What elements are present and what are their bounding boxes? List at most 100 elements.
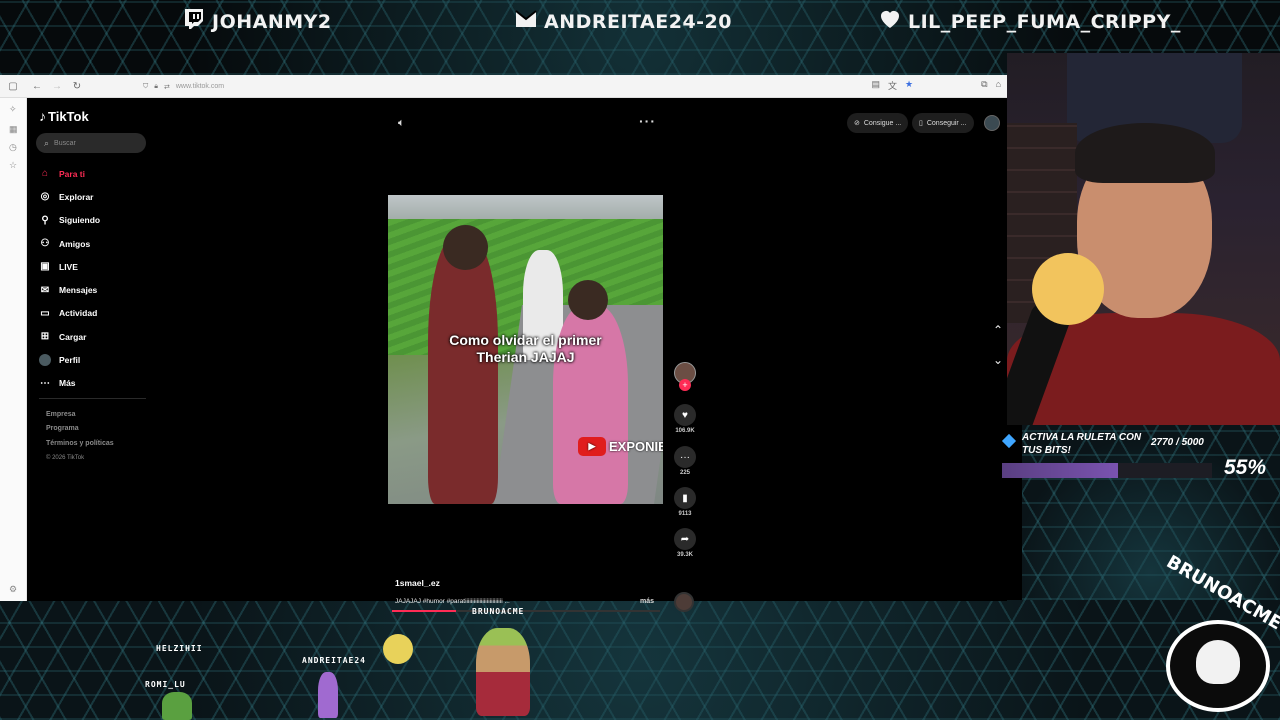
more-description-button[interactable]: más: [640, 598, 654, 605]
nav-label: Actividad: [59, 308, 98, 319]
nav-item-perfil[interactable]: Perfil: [39, 348, 159, 371]
comment-count: 225: [679, 470, 690, 476]
save-button[interactable]: ▮ 9113: [670, 487, 700, 517]
pill-label: Conseguir ...: [926, 119, 967, 127]
footer-link-empresa[interactable]: Empresa: [46, 408, 114, 422]
chat-viewer-name: BRUNOACME: [472, 607, 525, 616]
nav-item-explorar[interactable]: ◎ Explorar: [39, 185, 159, 208]
chevron-up-icon[interactable]: ⌃: [993, 323, 1003, 337]
bits-goal-percent: 55%: [1224, 456, 1267, 479]
search-placeholder: Buscar: [54, 139, 76, 147]
user-avatar[interactable]: [984, 115, 1000, 131]
heart-icon: [878, 7, 902, 36]
comment-icon: ···: [674, 446, 696, 468]
social-twitch: JOHANMY2: [182, 7, 332, 36]
nav-label: Explorar: [59, 191, 94, 202]
stream-overlay: JOHANMY2 ANDREITAE24-20 LIL_PEEP_FUMA_CR…: [0, 0, 1280, 720]
extensions-icon[interactable]: ⧉: [981, 79, 987, 92]
copyright: © 2026 TikTok: [46, 454, 85, 461]
nav-item-live[interactable]: ▣ LIVE: [39, 255, 159, 278]
nav-label: Más: [59, 378, 76, 389]
get-app-button[interactable]: ▯ Conseguir ...: [912, 113, 974, 133]
social-heart: LIL_PEEP_FUMA_CRIPPY_: [878, 7, 1181, 36]
nav-label: Para ti: [59, 168, 85, 179]
forward-icon[interactable]: →: [50, 79, 64, 93]
browser-side-panel: ✧ ▦ ◷ ☆ ⚙: [0, 98, 27, 601]
sidebar-toggle-icon[interactable]: ▢: [6, 79, 20, 93]
kick-icon: [514, 7, 538, 36]
follow-plus-icon[interactable]: +: [679, 379, 691, 391]
url-text[interactable]: www.tiktok.com: [176, 83, 224, 90]
tiktok-logo[interactable]: ♪ TikTok: [39, 108, 89, 124]
volume-icon[interactable]: 🔈︎: [398, 117, 405, 130]
message-icon: ✉: [40, 284, 50, 296]
footer-link-terminos[interactable]: Términos y políticas: [46, 437, 114, 451]
nav-item-actividad[interactable]: ▭ Actividad: [39, 302, 159, 325]
favorites-icon[interactable]: ☆: [9, 160, 17, 171]
person-figure: [443, 225, 488, 270]
video-author[interactable]: 1smael_.ez: [395, 578, 440, 588]
share-button[interactable]: ➦ 39.3K: [670, 528, 700, 558]
ai-icon[interactable]: ✧: [9, 104, 17, 115]
heart-icon: ♥: [674, 404, 696, 426]
bits-goal-track: [1002, 463, 1212, 478]
back-icon[interactable]: ←: [30, 79, 44, 93]
shield-icon: ⛉: [143, 82, 149, 90]
bits-goal-count: 2770 / 5000: [1151, 437, 1204, 448]
history-icon[interactable]: ◷: [9, 142, 17, 153]
share-count: 39.3K: [676, 552, 693, 558]
caption-line: Therian JAJAJ: [476, 349, 575, 365]
chevron-down-icon[interactable]: ⌄: [993, 353, 1003, 367]
comment-button[interactable]: ··· 225: [670, 446, 700, 476]
reader-icon[interactable]: ▤: [872, 79, 881, 92]
search-input[interactable]: ⌕ Buscar: [36, 133, 146, 153]
account-icon[interactable]: ⌂: [996, 79, 1001, 92]
music-disc-avatar[interactable]: [674, 592, 694, 612]
tiktok-brand: TikTok: [48, 108, 89, 124]
social-handle: ANDREITAE24-20: [544, 10, 732, 33]
address-bar[interactable]: ⛉ 🔒︎ ⇄ www.tiktok.com: [143, 79, 224, 94]
nav-label: Siguiendo: [59, 215, 101, 226]
sprite-brunoacme: [476, 628, 530, 716]
social-handle: LIL_PEEP_FUMA_CRIPPY_: [908, 10, 1181, 33]
phone-icon: ▯: [919, 120, 923, 127]
reload-icon[interactable]: ↻: [70, 79, 84, 93]
search-icon: ⌕: [44, 137, 50, 148]
nav-item-amigos[interactable]: ⚇ Amigos: [39, 232, 159, 255]
nav-item-cargar[interactable]: ⊞ Cargar: [39, 325, 159, 348]
nav-item-mas[interactable]: ⋯ Más: [39, 372, 159, 395]
nav-item-siguiendo[interactable]: ⚲ Siguiendo: [39, 209, 159, 232]
following-icon: ⚲: [41, 214, 49, 226]
pill-label: Consigue ...: [863, 119, 902, 127]
nav-item-mensajes[interactable]: ✉ Mensajes: [39, 278, 159, 301]
nav-label: Perfil: [59, 355, 81, 366]
video-player[interactable]: Como olvidar el primer Therian JAJAJ ▶ E…: [388, 195, 663, 504]
skull-icon: [1196, 640, 1240, 684]
browser-window: ▢ ← → ↻ ⛉ 🔒︎ ⇄ www.tiktok.com ▤ 文 ★ ⧉ ⌂ …: [0, 75, 1007, 612]
footer-link-programa[interactable]: Programa: [46, 422, 114, 436]
nav-label: Cargar: [59, 331, 87, 342]
streamer-hair: [1075, 123, 1215, 183]
settings-gear-icon[interactable]: ⚙: [9, 584, 17, 595]
lock-icon: 🔒︎: [154, 82, 158, 90]
gem-icon: [1001, 433, 1017, 449]
webcam-feed: [1007, 53, 1280, 425]
more-options-icon[interactable]: ···: [639, 113, 656, 129]
emote-badge-icon: [383, 634, 413, 664]
tabs-icon[interactable]: ▦: [9, 124, 18, 135]
like-button[interactable]: ♥ 106.9K: [670, 404, 700, 434]
video-progress-bar[interactable]: [392, 610, 660, 612]
microphone-icon: [1032, 253, 1104, 325]
translate-icon[interactable]: 文: [888, 79, 897, 92]
bookmark-star-icon[interactable]: ★: [905, 79, 913, 92]
get-coins-button[interactable]: ⊘ Consigue ...: [847, 113, 909, 133]
video-caption: Como olvidar el primer Therian JAJAJ: [388, 332, 663, 366]
bits-goal-fill: [1002, 463, 1119, 478]
hex-background-bottom: [0, 600, 1280, 720]
chat-viewer-name: HELZIHII: [156, 644, 203, 653]
bookmark-icon: ▮: [674, 487, 696, 509]
nav-item-para-ti[interactable]: ⌂ Para ti: [39, 162, 159, 185]
tiktok-app: ♪ TikTok ⌕ Buscar ⌂ Para ti ◎ Explorar ⚲ Si…: [27, 98, 1007, 612]
feed-navigation: ⌃ ⌄: [993, 323, 1003, 367]
like-count: 106.9K: [675, 428, 695, 434]
